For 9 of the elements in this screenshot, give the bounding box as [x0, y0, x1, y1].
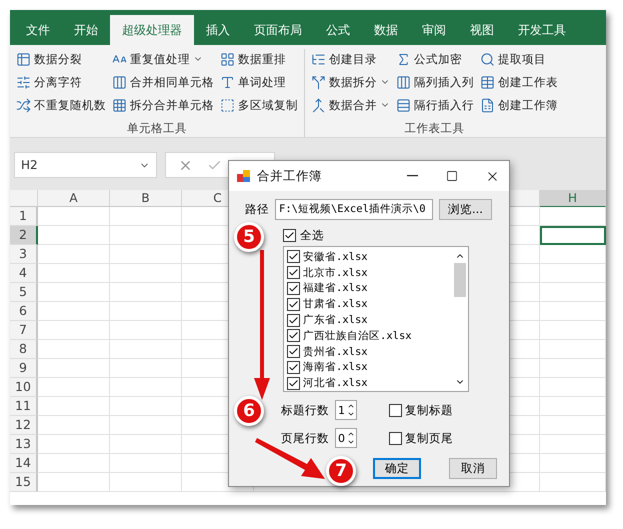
checkbox-label: 复制标题: [405, 402, 453, 418]
group-label: 单元格工具: [126, 121, 188, 136]
checkbox-label: 全选: [300, 228, 324, 243]
window-title: 合并工作簿: [257, 168, 323, 184]
field-label: 标题行数: [281, 402, 329, 418]
checkbox-label: 复制页尾: [405, 430, 453, 446]
cell-reference: H2: [21, 158, 38, 172]
field-label: 页尾行数: [281, 430, 329, 446]
group-label: 工作表工具: [404, 121, 466, 136]
